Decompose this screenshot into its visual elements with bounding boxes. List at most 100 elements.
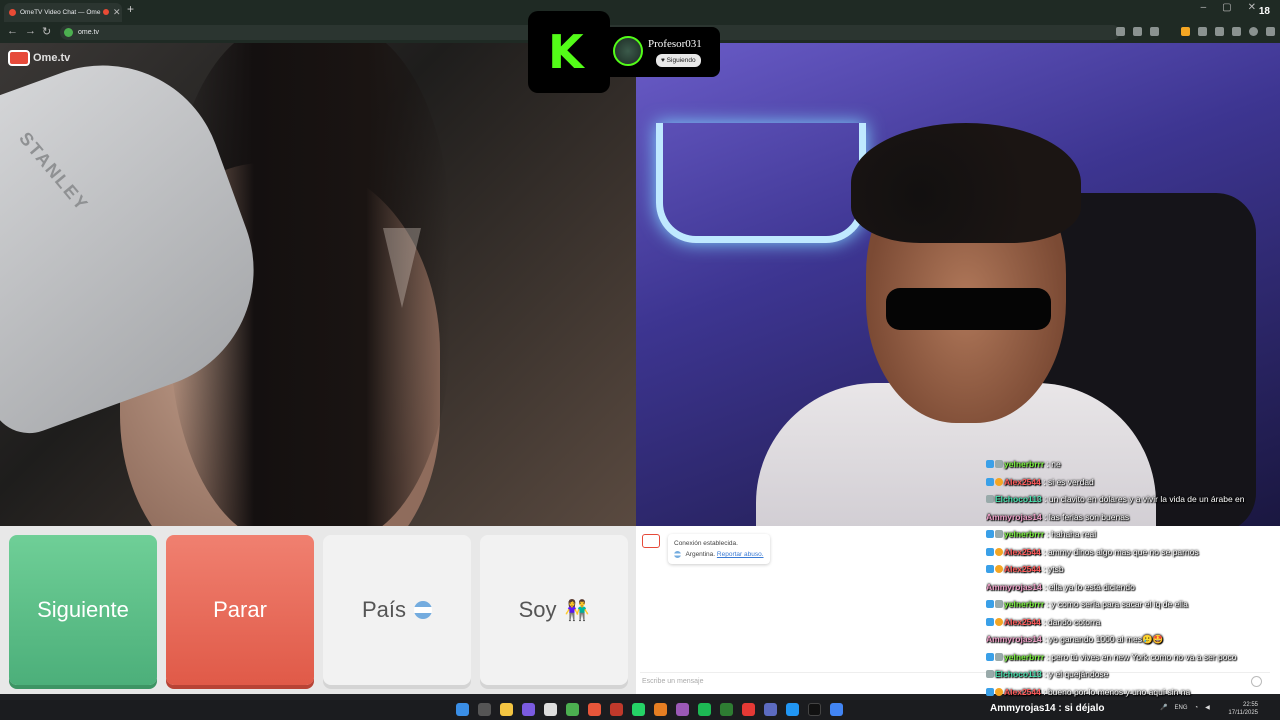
chrome-icon[interactable] bbox=[566, 703, 579, 716]
user-badge-icon bbox=[995, 460, 1003, 468]
subscriber-badge-icon bbox=[995, 565, 1003, 573]
system-message: Conexión establecida. Argentina. Reporta… bbox=[668, 534, 770, 564]
chat-username[interactable]: yelnerbrrr bbox=[1004, 599, 1044, 609]
app-icon[interactable] bbox=[764, 703, 777, 716]
windows-start-icon[interactable] bbox=[456, 703, 469, 716]
tab-title: OmeTV Video Chat — Ome bbox=[20, 9, 101, 16]
tiktok-icon[interactable] bbox=[808, 703, 821, 716]
wifi-icon[interactable]: ◔ bbox=[1195, 705, 1199, 711]
new-tab-button[interactable]: + bbox=[127, 2, 134, 16]
sidebar-icon[interactable] bbox=[1215, 27, 1224, 36]
chat-username[interactable]: Alex2544 bbox=[1004, 547, 1041, 557]
extension-icon[interactable] bbox=[1181, 27, 1190, 36]
subscriber-badge-icon bbox=[995, 617, 1003, 626]
app-icon[interactable] bbox=[676, 703, 689, 716]
chat-line: yelnerbrrr : y como sería para sacar el … bbox=[986, 596, 1280, 614]
chat-text: : las ferias son buenas bbox=[1041, 511, 1130, 522]
app-icon[interactable] bbox=[720, 703, 733, 716]
chat-line: Alex2544 : si es verdad bbox=[986, 474, 1280, 492]
subscriber-badge-icon bbox=[995, 477, 1003, 486]
chat-username[interactable]: Ammyrojas14 bbox=[986, 582, 1042, 592]
back-arrow-icon[interactable]: ← bbox=[7, 25, 18, 37]
verified-badge-icon bbox=[986, 477, 994, 486]
volume-icon[interactable]: ◀ bbox=[1205, 704, 1210, 711]
chat-text: : y como sería para sacar el iq de ella bbox=[1044, 599, 1188, 609]
chat-username[interactable]: Ammyrojas14 bbox=[986, 634, 1042, 644]
stop-button[interactable]: Parar bbox=[166, 535, 314, 685]
news-icon[interactable] bbox=[610, 703, 623, 716]
chat-username[interactable]: yelnerbrrr bbox=[1004, 652, 1044, 662]
whatsapp-icon[interactable] bbox=[632, 703, 645, 716]
recording-icon bbox=[103, 9, 109, 15]
kick-chat-overlay: yelnerbrrr : ne Alex2544 : si es verdad El… bbox=[986, 456, 1280, 702]
forward-arrow-icon[interactable]: → bbox=[25, 25, 36, 37]
country-button[interactable]: País bbox=[323, 535, 471, 685]
ometv-logo[interactable]: Ome.tv bbox=[8, 50, 70, 66]
puzzle-icon[interactable] bbox=[1198, 27, 1207, 36]
chat-text: : y el quejándose bbox=[1041, 669, 1109, 679]
reload-icon[interactable]: ↻ bbox=[42, 25, 51, 38]
kick-logo: K bbox=[528, 11, 610, 93]
download-icon[interactable] bbox=[1232, 27, 1241, 36]
chat-text: : bueno por lo menos y uno aquí sin na bbox=[1040, 686, 1191, 697]
chat-line: Elchoco113 : y el quejándose bbox=[986, 666, 1280, 684]
app-icon[interactable] bbox=[786, 703, 799, 716]
chat-username[interactable]: Alex2544 bbox=[1004, 477, 1041, 487]
tv-icon bbox=[8, 50, 30, 66]
following-label: Siguiendo bbox=[666, 57, 696, 64]
verified-badge-icon bbox=[986, 600, 994, 608]
clock[interactable]: 22:55 17/11/2025 bbox=[1228, 701, 1258, 717]
brave-icon[interactable] bbox=[588, 703, 601, 716]
file-explorer-icon[interactable] bbox=[500, 703, 513, 716]
verified-badge-icon bbox=[986, 617, 994, 626]
stop-label: Parar bbox=[213, 597, 267, 622]
browser-tab-ometv[interactable]: OmeTV Video Chat — Ome ✕ bbox=[4, 3, 122, 22]
verified-badge-icon bbox=[986, 460, 994, 468]
spotify-icon[interactable] bbox=[698, 703, 711, 716]
clock-time: 22:55 bbox=[1242, 702, 1258, 708]
cast-icon[interactable] bbox=[1133, 27, 1142, 36]
user-badge-icon bbox=[986, 670, 994, 678]
bookmark-star-icon[interactable] bbox=[1150, 27, 1159, 36]
calendar-icon[interactable] bbox=[544, 703, 557, 716]
stranger-country: Argentina. bbox=[685, 551, 716, 558]
gender-button[interactable]: Soy 👫 bbox=[480, 535, 628, 685]
next-button[interactable]: Siguiente bbox=[9, 535, 157, 685]
site-info-icon[interactable] bbox=[64, 28, 73, 37]
app-icon[interactable] bbox=[742, 703, 755, 716]
profile-avatar-icon[interactable] bbox=[1249, 27, 1258, 36]
chat-username[interactable]: Elchoco113 bbox=[995, 494, 1042, 504]
search-icon[interactable] bbox=[478, 703, 491, 716]
chat-line: Elchoco113 : un clavito en dolares y a v… bbox=[986, 491, 1280, 509]
subscriber-badge-icon bbox=[995, 547, 1003, 556]
chat-text: : un clavito en dolares y a vivir la vid… bbox=[1041, 494, 1245, 504]
chat-username[interactable]: Alex2544 bbox=[1004, 687, 1041, 697]
earring bbox=[383, 228, 421, 308]
chat-username[interactable]: Elchoco113 bbox=[995, 669, 1042, 679]
argentina-flag-icon bbox=[414, 601, 433, 619]
menu-icon[interactable] bbox=[1266, 27, 1275, 36]
chat-username[interactable]: yelnerbrrr bbox=[1004, 529, 1044, 539]
report-abuse-link[interactable]: Reportar abuso. bbox=[717, 551, 764, 558]
chat-text: : ammy dinos algo mas que no se parnos bbox=[1040, 546, 1199, 557]
ometv-chat-logo-icon bbox=[642, 534, 660, 548]
chat-username[interactable]: Alex2544 bbox=[1004, 617, 1041, 627]
chat-username[interactable]: Ammyrojas14 bbox=[986, 512, 1042, 522]
user-badge-icon bbox=[995, 600, 1003, 608]
language-indicator[interactable]: ENG bbox=[1174, 705, 1187, 711]
close-tab-icon[interactable]: ✕ bbox=[113, 3, 121, 22]
discord-icon[interactable] bbox=[522, 703, 535, 716]
chat-line: Alex2544 : ammy dinos algo mas que no se… bbox=[986, 544, 1280, 562]
chat-line: Ammyrojas14 : las ferias son buenas bbox=[986, 509, 1280, 527]
verified-badge-icon bbox=[986, 547, 994, 556]
chrome-alt-icon[interactable] bbox=[830, 703, 843, 716]
browser-tab-bar: OmeTV Video Chat — Ome ✕ + –▢✕ bbox=[0, 0, 1280, 22]
chat-username[interactable]: yelnerbrrr bbox=[1004, 459, 1044, 469]
chat-text: : pero tú vives en new York como no va a… bbox=[1044, 651, 1237, 662]
app-icon[interactable] bbox=[654, 703, 667, 716]
microphone-icon[interactable]: 🎤 bbox=[1160, 704, 1167, 711]
cup-logo: STANLEY bbox=[15, 128, 93, 216]
ometv-logo-text: Ome.tv bbox=[33, 52, 71, 64]
chat-username[interactable]: Alex2544 bbox=[1004, 564, 1041, 574]
translate-icon[interactable] bbox=[1116, 27, 1125, 36]
